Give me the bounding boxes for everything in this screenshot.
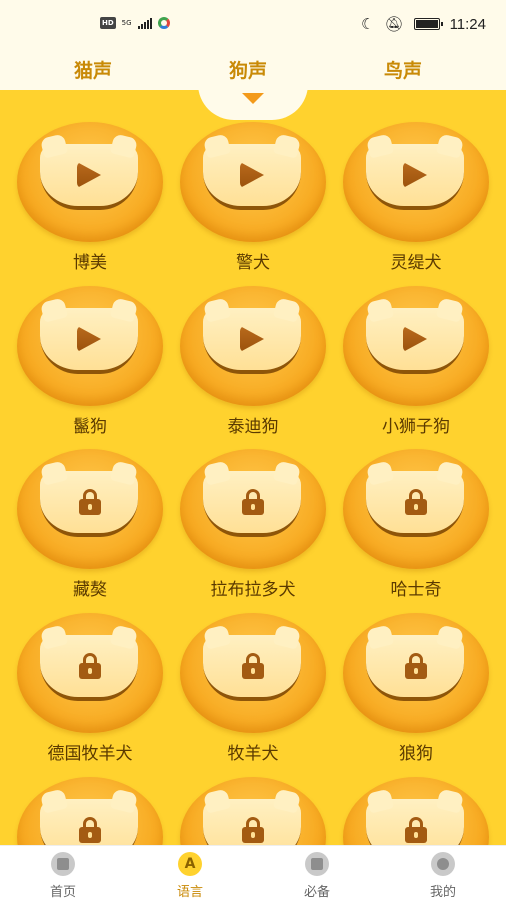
- cat-face-shape: [365, 297, 465, 374]
- sound-label: 鬣狗: [73, 417, 107, 437]
- moon-icon: ☾: [361, 16, 375, 33]
- cat-face-shape: [39, 297, 139, 374]
- paw-pad-button[interactable]: [343, 613, 489, 733]
- cat-face-shape: [39, 133, 139, 210]
- sound-label: 德国牧羊犬: [47, 744, 133, 764]
- play-icon: [240, 162, 264, 188]
- cat-face-shape: [202, 460, 302, 537]
- sound-card[interactable]: 拉布拉多犬: [173, 449, 333, 600]
- nav-essentials[interactable]: 必备: [282, 852, 352, 900]
- sound-label: 灵缇犬: [390, 253, 442, 273]
- essentials-icon: [305, 852, 329, 876]
- sound-card[interactable]: 博美: [10, 122, 170, 273]
- cat-face-shape: [202, 624, 302, 701]
- sound-label: 泰迪狗: [227, 417, 279, 437]
- cat-face-shape: [202, 297, 302, 374]
- paw-pad-button[interactable]: [17, 449, 163, 569]
- lock-icon: [404, 653, 428, 679]
- nav-home-label: 首页: [49, 885, 76, 900]
- lock-icon: [241, 817, 265, 843]
- play-icon: [403, 162, 427, 188]
- nav-home[interactable]: 首页: [28, 852, 98, 900]
- profile-icon: [431, 852, 455, 876]
- sound-label: 哈士奇: [390, 580, 442, 600]
- sound-label: 牧羊犬: [227, 744, 279, 764]
- lock-icon: [404, 489, 428, 515]
- status-bar: HD 5G ☾ 🔕︎ 11:24: [0, 0, 506, 50]
- sound-label: 警犬: [236, 253, 270, 273]
- play-icon: [77, 326, 101, 352]
- paw-pad-button[interactable]: [180, 613, 326, 733]
- sound-card[interactable]: 小狮子狗: [336, 286, 496, 437]
- cat-face-shape: [39, 460, 139, 537]
- nav-language-label: 语言: [176, 885, 203, 900]
- bottom-nav: 首页 A 语言 必备 我的: [0, 845, 506, 900]
- paw-pad-button[interactable]: [343, 449, 489, 569]
- paw-pad-button[interactable]: [343, 122, 489, 242]
- clock: 11:24: [449, 15, 486, 33]
- play-icon: [240, 326, 264, 352]
- hd-badge: HD: [100, 17, 116, 29]
- sound-card[interactable]: 鬣狗: [10, 286, 170, 437]
- battery-icon: [413, 18, 443, 30]
- mute-bell-icon: 🔕︎: [384, 16, 404, 33]
- sound-label: 藏獒: [73, 580, 107, 600]
- cat-face-shape: [365, 460, 465, 537]
- nav-essentials-label: 必备: [303, 885, 330, 900]
- play-icon: [403, 326, 427, 352]
- paw-pad-button[interactable]: [17, 613, 163, 733]
- sound-card[interactable]: 牧羊犬: [173, 613, 333, 764]
- paw-pad-button[interactable]: [180, 122, 326, 242]
- tab-cat-sounds[interactable]: 猫声: [74, 56, 112, 83]
- network-label: 5G: [121, 19, 132, 27]
- language-icon: A: [178, 852, 202, 876]
- sound-label: 拉布拉多犬: [210, 580, 296, 600]
- lock-icon: [78, 653, 102, 679]
- lock-icon: [241, 653, 265, 679]
- sound-card[interactable]: 德国牧羊犬: [10, 613, 170, 764]
- home-icon: [51, 852, 75, 876]
- signal-icon: [137, 17, 152, 29]
- paw-pad-button[interactable]: [180, 286, 326, 406]
- sound-label: 博美: [73, 253, 107, 273]
- nav-profile[interactable]: 我的: [408, 852, 478, 900]
- sound-card[interactable]: 泰迪狗: [173, 286, 333, 437]
- app-notification-icon: [157, 17, 170, 29]
- lock-icon: [241, 489, 265, 515]
- paw-pad-button[interactable]: [180, 449, 326, 569]
- cat-face-shape: [39, 624, 139, 701]
- paw-pad-button[interactable]: [343, 286, 489, 406]
- tab-dog-sounds[interactable]: 狗声: [229, 56, 267, 83]
- cat-face-shape: [365, 624, 465, 701]
- sound-card[interactable]: 警犬: [173, 122, 333, 273]
- lock-icon: [404, 817, 428, 843]
- lock-icon: [78, 817, 102, 843]
- tab-indicator-arrow: [242, 93, 264, 104]
- paw-pad-button[interactable]: [17, 286, 163, 406]
- tab-bird-sounds[interactable]: 鸟声: [384, 56, 422, 83]
- sound-label: 狼狗: [399, 744, 433, 764]
- nav-language[interactable]: A 语言: [155, 852, 225, 900]
- sound-card[interactable]: 狼狗: [336, 613, 496, 764]
- cat-face-shape: [365, 133, 465, 210]
- sound-card[interactable]: 灵缇犬: [336, 122, 496, 273]
- status-right: ☾ 🔕︎ 11:24: [361, 15, 486, 34]
- play-icon: [77, 162, 101, 188]
- sound-card[interactable]: 藏獒: [10, 449, 170, 600]
- nav-profile-label: 我的: [429, 885, 456, 900]
- status-left: HD 5G: [100, 17, 170, 29]
- cat-face-shape: [202, 133, 302, 210]
- lock-icon: [78, 489, 102, 515]
- sound-card[interactable]: 哈士奇: [336, 449, 496, 600]
- sound-label: 小狮子狗: [382, 417, 450, 437]
- paw-pad-button[interactable]: [17, 122, 163, 242]
